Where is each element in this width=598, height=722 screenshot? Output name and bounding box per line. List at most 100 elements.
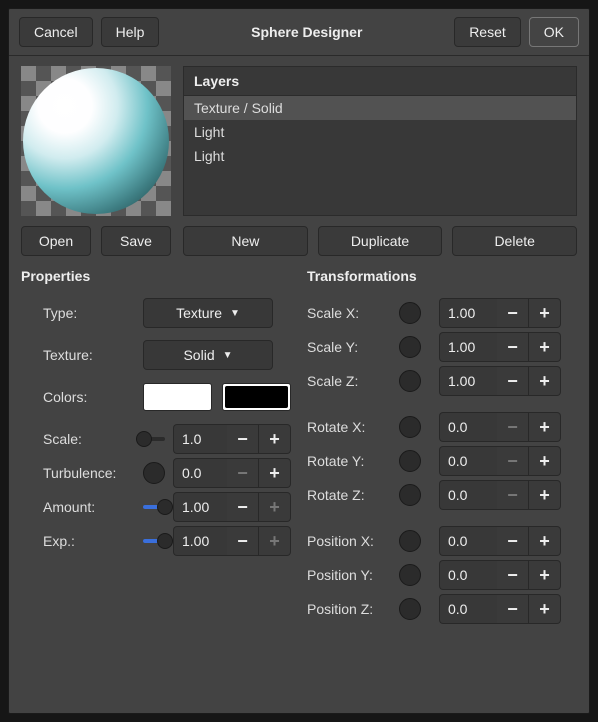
texture-combo[interactable]: Solid ▼	[143, 340, 273, 370]
transform-value[interactable]: 1.00	[439, 366, 497, 396]
delete-button[interactable]: Delete	[452, 226, 577, 256]
minus-icon[interactable]: −	[227, 526, 259, 556]
scale-slider[interactable]	[143, 437, 165, 441]
dial-knob[interactable]	[399, 450, 421, 472]
transform-value[interactable]: 0.0	[439, 412, 497, 442]
amount-value[interactable]: 1.00	[173, 492, 227, 522]
top-row: Layers Texture / SolidLightLight	[21, 66, 577, 216]
plus-icon[interactable]: +	[529, 594, 561, 624]
transform-value[interactable]: 0.0	[439, 560, 497, 590]
dial-knob[interactable]	[399, 370, 421, 392]
turbulence-value[interactable]: 0.0	[173, 458, 227, 488]
transformations-title: Transformations	[307, 266, 577, 288]
minus-icon[interactable]: −	[227, 458, 259, 488]
transform-label: Scale Y:	[307, 339, 389, 355]
plus-icon[interactable]: +	[259, 424, 291, 454]
minus-icon[interactable]: −	[497, 412, 529, 442]
transform-label: Scale Z:	[307, 373, 389, 389]
minus-icon[interactable]: −	[497, 332, 529, 362]
duplicate-button[interactable]: Duplicate	[318, 226, 443, 256]
plus-icon[interactable]: +	[529, 526, 561, 556]
dial-knob[interactable]	[399, 564, 421, 586]
transform-label: Rotate Z:	[307, 487, 389, 503]
exp-value[interactable]: 1.00	[173, 526, 227, 556]
turbulence-row: Turbulence:0.0−+	[21, 456, 291, 490]
columns: Properties Type: Texture ▼ Texture: Soli…	[21, 266, 577, 626]
minus-icon[interactable]: −	[497, 560, 529, 590]
plus-icon[interactable]: +	[259, 458, 291, 488]
properties-title: Properties	[21, 266, 291, 288]
plus-icon[interactable]: +	[259, 492, 291, 522]
minus-icon[interactable]: −	[497, 298, 529, 328]
exp-slider[interactable]	[143, 539, 165, 543]
transformations-column: Transformations Scale X:1.00−+Scale Y:1.…	[307, 266, 577, 626]
layers-label: Layers	[184, 67, 576, 96]
new-button[interactable]: New	[183, 226, 308, 256]
layers-list[interactable]: Texture / SolidLightLight	[184, 96, 576, 168]
file-layer-buttons: Open Save New Duplicate Delete	[21, 226, 577, 256]
dial-knob[interactable]	[399, 530, 421, 552]
transform-row: Position X:0.0−+	[307, 524, 577, 558]
dialog-window: Cancel Help Sphere Designer Reset OK Lay…	[8, 8, 590, 714]
minus-icon[interactable]: −	[227, 492, 259, 522]
slider-knob[interactable]	[143, 462, 165, 484]
open-button[interactable]: Open	[21, 226, 91, 256]
transform-value[interactable]: 0.0	[439, 446, 497, 476]
dialog-title: Sphere Designer	[167, 24, 446, 40]
chevron-down-icon: ▼	[230, 308, 240, 319]
minus-icon[interactable]: −	[497, 594, 529, 624]
titlebar: Cancel Help Sphere Designer Reset OK	[9, 9, 589, 56]
dial-knob[interactable]	[399, 598, 421, 620]
sphere-render	[23, 68, 169, 214]
layers-panel: Layers Texture / SolidLightLight	[183, 66, 577, 216]
dial-knob[interactable]	[399, 416, 421, 438]
transform-label: Scale X:	[307, 305, 389, 321]
texture-label: Texture:	[43, 347, 135, 363]
help-button[interactable]: Help	[101, 17, 160, 47]
exp-label: Exp.:	[43, 533, 135, 549]
dial-knob[interactable]	[399, 336, 421, 358]
minus-icon[interactable]: −	[497, 480, 529, 510]
plus-icon[interactable]: +	[529, 446, 561, 476]
scale-label: Scale:	[43, 431, 135, 447]
minus-icon[interactable]: −	[497, 526, 529, 556]
plus-icon[interactable]: +	[529, 298, 561, 328]
type-combo[interactable]: Texture ▼	[143, 298, 273, 328]
sphere-preview	[21, 66, 171, 216]
ok-button[interactable]: OK	[529, 17, 579, 47]
minus-icon[interactable]: −	[497, 366, 529, 396]
transform-row: Rotate X:0.0−+	[307, 410, 577, 444]
plus-icon[interactable]: +	[529, 560, 561, 590]
transform-row: Position Y:0.0−+	[307, 558, 577, 592]
type-label: Type:	[43, 305, 135, 321]
amount-slider[interactable]	[143, 505, 165, 509]
scale-value[interactable]: 1.0	[173, 424, 227, 454]
transform-value[interactable]: 0.0	[439, 594, 497, 624]
layer-item[interactable]: Light	[184, 144, 576, 168]
transform-value[interactable]: 0.0	[439, 526, 497, 556]
dial-knob[interactable]	[399, 302, 421, 324]
plus-icon[interactable]: +	[529, 332, 561, 362]
reset-button[interactable]: Reset	[454, 17, 521, 47]
layer-item[interactable]: Light	[184, 120, 576, 144]
save-button[interactable]: Save	[101, 226, 171, 256]
layer-item[interactable]: Texture / Solid	[184, 96, 576, 120]
minus-icon[interactable]: −	[227, 424, 259, 454]
transform-value[interactable]: 1.00	[439, 298, 497, 328]
colors-label: Colors:	[43, 389, 135, 405]
minus-icon[interactable]: −	[497, 446, 529, 476]
cancel-button[interactable]: Cancel	[19, 17, 93, 47]
plus-icon[interactable]: +	[529, 412, 561, 442]
turbulence-slider[interactable]	[143, 462, 165, 484]
dial-knob[interactable]	[399, 484, 421, 506]
plus-icon[interactable]: +	[259, 526, 291, 556]
transform-value[interactable]: 1.00	[439, 332, 497, 362]
content-area: Layers Texture / SolidLightLight Open Sa…	[9, 56, 589, 713]
color2-swatch[interactable]	[222, 383, 291, 411]
transform-row: Scale Y: 1.00−+	[307, 330, 577, 364]
transform-value[interactable]: 0.0	[439, 480, 497, 510]
plus-icon[interactable]: +	[529, 366, 561, 396]
color1-swatch[interactable]	[143, 383, 212, 411]
plus-icon[interactable]: +	[529, 480, 561, 510]
properties-column: Properties Type: Texture ▼ Texture: Soli…	[21, 266, 291, 626]
